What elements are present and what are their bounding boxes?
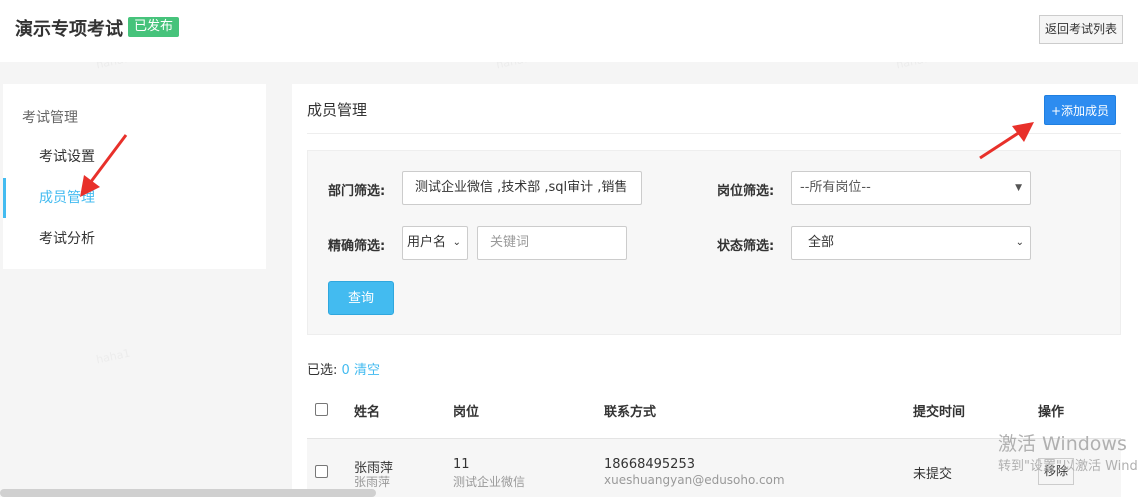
divider <box>307 133 1121 134</box>
page-title: 成员管理 <box>307 101 368 119</box>
column-header-contact: 联系方式 <box>604 405 657 420</box>
status-filter-value: 全部 <box>808 235 835 250</box>
sidebar-item-member-management[interactable]: 成员管理 <box>3 178 266 218</box>
table-row <box>307 439 1121 497</box>
add-member-button[interactable]: +添加成员 <box>1044 95 1116 125</box>
column-header-submit-time: 提交时间 <box>913 405 966 420</box>
query-button[interactable]: 查询 <box>328 281 394 315</box>
chevron-down-icon: ⌄ <box>1015 237 1024 248</box>
horizontal-scrollbar[interactable] <box>0 489 376 497</box>
sidebar-item-label: 考试设置 <box>39 149 95 165</box>
member-position: 11 <box>453 457 470 472</box>
selection-summary: 已选: 0 清空 <box>307 359 380 378</box>
select-all-checkbox[interactable] <box>315 403 328 416</box>
filter-panel: 部门筛选: 测试企业微信 ,技术部 ,sql审计 ,销售 岗位筛选: --所有岗… <box>307 150 1121 335</box>
page-header: 演示专项考试 已发布 返回考试列表 <box>0 0 1138 62</box>
member-email: xueshuangyan@edusoho.com <box>604 473 785 487</box>
column-header-name: 姓名 <box>354 405 381 420</box>
watermark: haha1 <box>95 346 132 367</box>
sidebar-item-exam-settings[interactable]: 考试设置 <box>3 137 266 177</box>
exam-title: 演示专项考试 <box>15 19 123 40</box>
sidebar: 考试管理 考试设置 成员管理 考试分析 <box>3 84 266 269</box>
status-badge: 已发布 <box>128 17 180 37</box>
exact-filter-label: 精确筛选: <box>328 239 386 254</box>
member-phone: 18668495253 <box>604 457 695 472</box>
sidebar-heading: 考试管理 <box>22 110 78 126</box>
position-filter-label: 岗位筛选: <box>717 184 775 199</box>
column-header-position: 岗位 <box>453 405 480 420</box>
chevron-down-icon: ⌄ <box>452 237 461 248</box>
status-filter-label: 状态筛选: <box>717 239 775 254</box>
position-filter-value: --所有岗位-- <box>800 180 871 195</box>
exact-filter-type-value: 用户名 <box>407 235 447 250</box>
member-nickname: 张雨萍 <box>354 475 391 489</box>
keyword-input[interactable]: 关键词 <box>477 226 627 260</box>
selection-count: 0 <box>341 363 350 378</box>
caret-down-icon: ▼ <box>1015 183 1022 193</box>
member-department: 测试企业微信 <box>453 475 526 489</box>
selection-label: 已选: <box>307 363 338 378</box>
member-submit-time: 未提交 <box>913 467 953 482</box>
position-filter-select[interactable]: --所有岗位-- ▼ <box>791 171 1031 205</box>
row-checkbox[interactable] <box>315 465 328 478</box>
remove-member-button[interactable]: 移除 <box>1038 458 1074 485</box>
department-filter-input[interactable]: 测试企业微信 ,技术部 ,sql审计 ,销售 <box>402 171 642 205</box>
back-to-exam-list-button[interactable]: 返回考试列表 <box>1039 15 1123 44</box>
department-filter-label: 部门筛选: <box>328 184 386 199</box>
status-filter-select[interactable]: 全部 ⌄ <box>791 226 1031 260</box>
sidebar-item-label: 考试分析 <box>39 231 95 247</box>
clear-selection-link[interactable]: 清空 <box>354 363 380 378</box>
column-header-action: 操作 <box>1038 405 1065 420</box>
exact-filter-type-select[interactable]: 用户名 ⌄ <box>402 226 468 260</box>
sidebar-item-label: 成员管理 <box>39 190 95 206</box>
sidebar-item-exam-analysis[interactable]: 考试分析 <box>3 219 266 259</box>
main-panel: 成员管理 +添加成员 部门筛选: 测试企业微信 ,技术部 ,sql审计 ,销售 … <box>292 84 1138 497</box>
